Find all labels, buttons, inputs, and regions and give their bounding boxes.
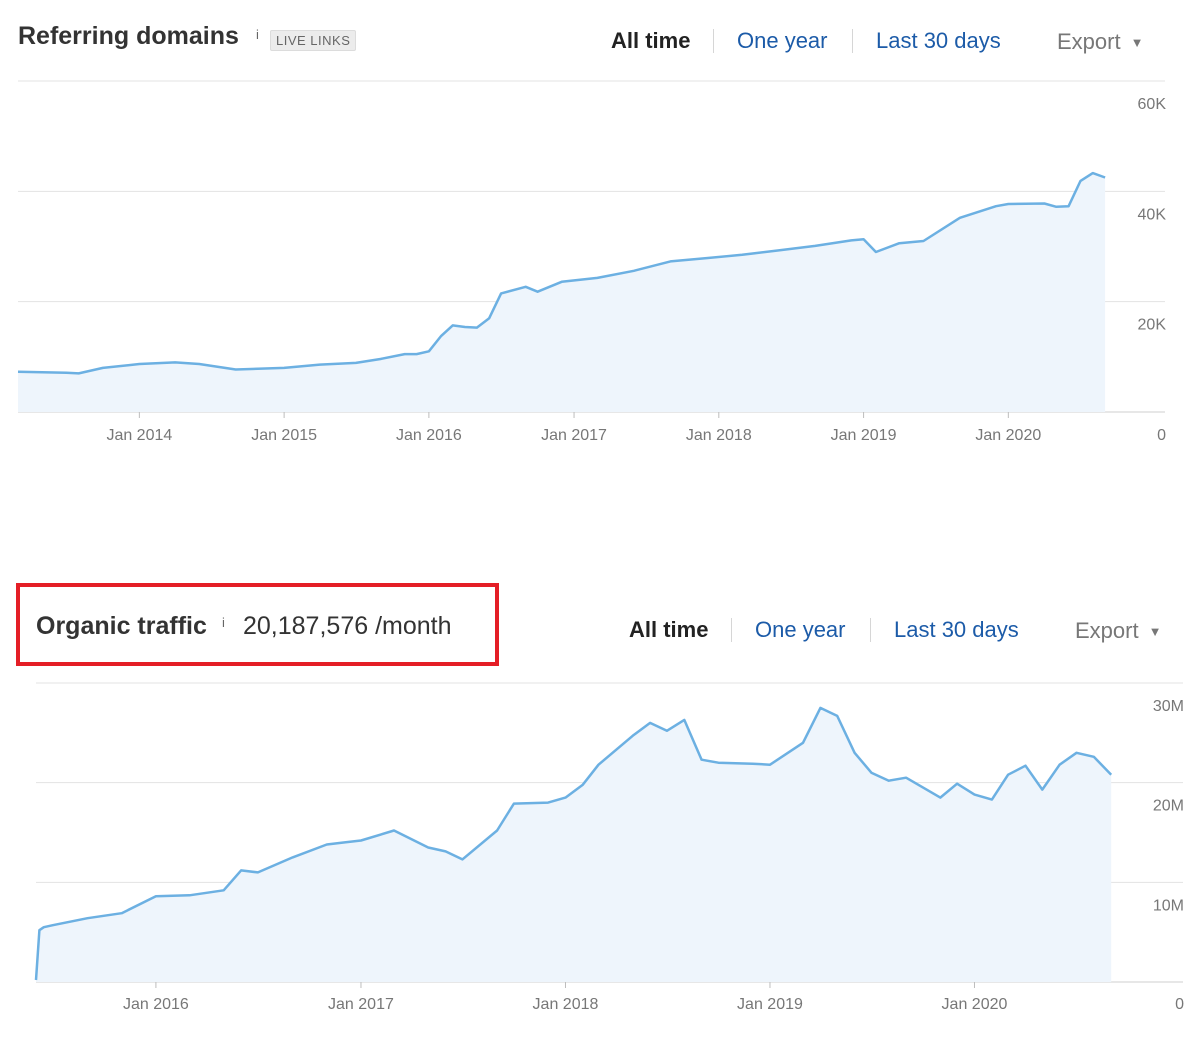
separator bbox=[731, 618, 732, 642]
organic-traffic-value: 20,187,576 /month bbox=[243, 612, 452, 640]
panel-title: Organic traffic bbox=[36, 612, 207, 640]
x-tick-label: Jan 2019 bbox=[737, 996, 803, 1013]
separator bbox=[870, 618, 871, 642]
export-button[interactable]: Export ▼ bbox=[1075, 618, 1161, 644]
x-tick-label: Jan 2015 bbox=[251, 427, 317, 444]
x-tick-label: Jan 2019 bbox=[831, 427, 897, 444]
referring-domains-panel: Referring domains i LIVE LINKS All time … bbox=[0, 0, 1200, 470]
y-tick-label: 20K bbox=[1138, 317, 1167, 334]
highlight-box bbox=[16, 583, 499, 666]
y-tick-label: 10M bbox=[1153, 897, 1184, 914]
y-tick-label: 20M bbox=[1153, 798, 1184, 815]
referring-domains-chart: Jan 2014 Jan 2015 Jan 2016 Jan 2017 Jan 2018… bbox=[17, 80, 1167, 444]
series-area bbox=[36, 707, 1112, 982]
series-area bbox=[18, 173, 1106, 412]
series-line bbox=[34, 706, 1113, 981]
x-tick-label: Jan 2020 bbox=[975, 427, 1041, 444]
y-tick-label: 0 bbox=[1157, 427, 1166, 444]
x-tick-label: Jan 2018 bbox=[533, 996, 599, 1013]
x-tick-label: Jan 2016 bbox=[396, 427, 462, 444]
x-tick-label: Jan 2016 bbox=[123, 996, 189, 1013]
export-label: Export bbox=[1075, 618, 1139, 643]
caret-down-icon: ▼ bbox=[1148, 624, 1162, 639]
range-last-30-days[interactable]: Last 30 days bbox=[894, 617, 1019, 643]
x-tick-label: Jan 2014 bbox=[106, 427, 172, 444]
x-tick-label: Jan 2017 bbox=[541, 427, 607, 444]
y-tick-label: 30M bbox=[1153, 698, 1184, 715]
y-tick-label: 40K bbox=[1138, 206, 1167, 223]
range-one-year[interactable]: One year bbox=[755, 617, 846, 643]
y-tick-label: 60K bbox=[1138, 96, 1167, 113]
x-tick-label: Jan 2017 bbox=[328, 996, 394, 1013]
y-tick-label: 0 bbox=[1175, 996, 1184, 1013]
x-tick-label: Jan 2020 bbox=[942, 996, 1008, 1013]
x-tick-label: Jan 2018 bbox=[686, 427, 752, 444]
range-all-time[interactable]: All time bbox=[629, 617, 708, 643]
info-icon[interactable]: i bbox=[222, 615, 225, 630]
